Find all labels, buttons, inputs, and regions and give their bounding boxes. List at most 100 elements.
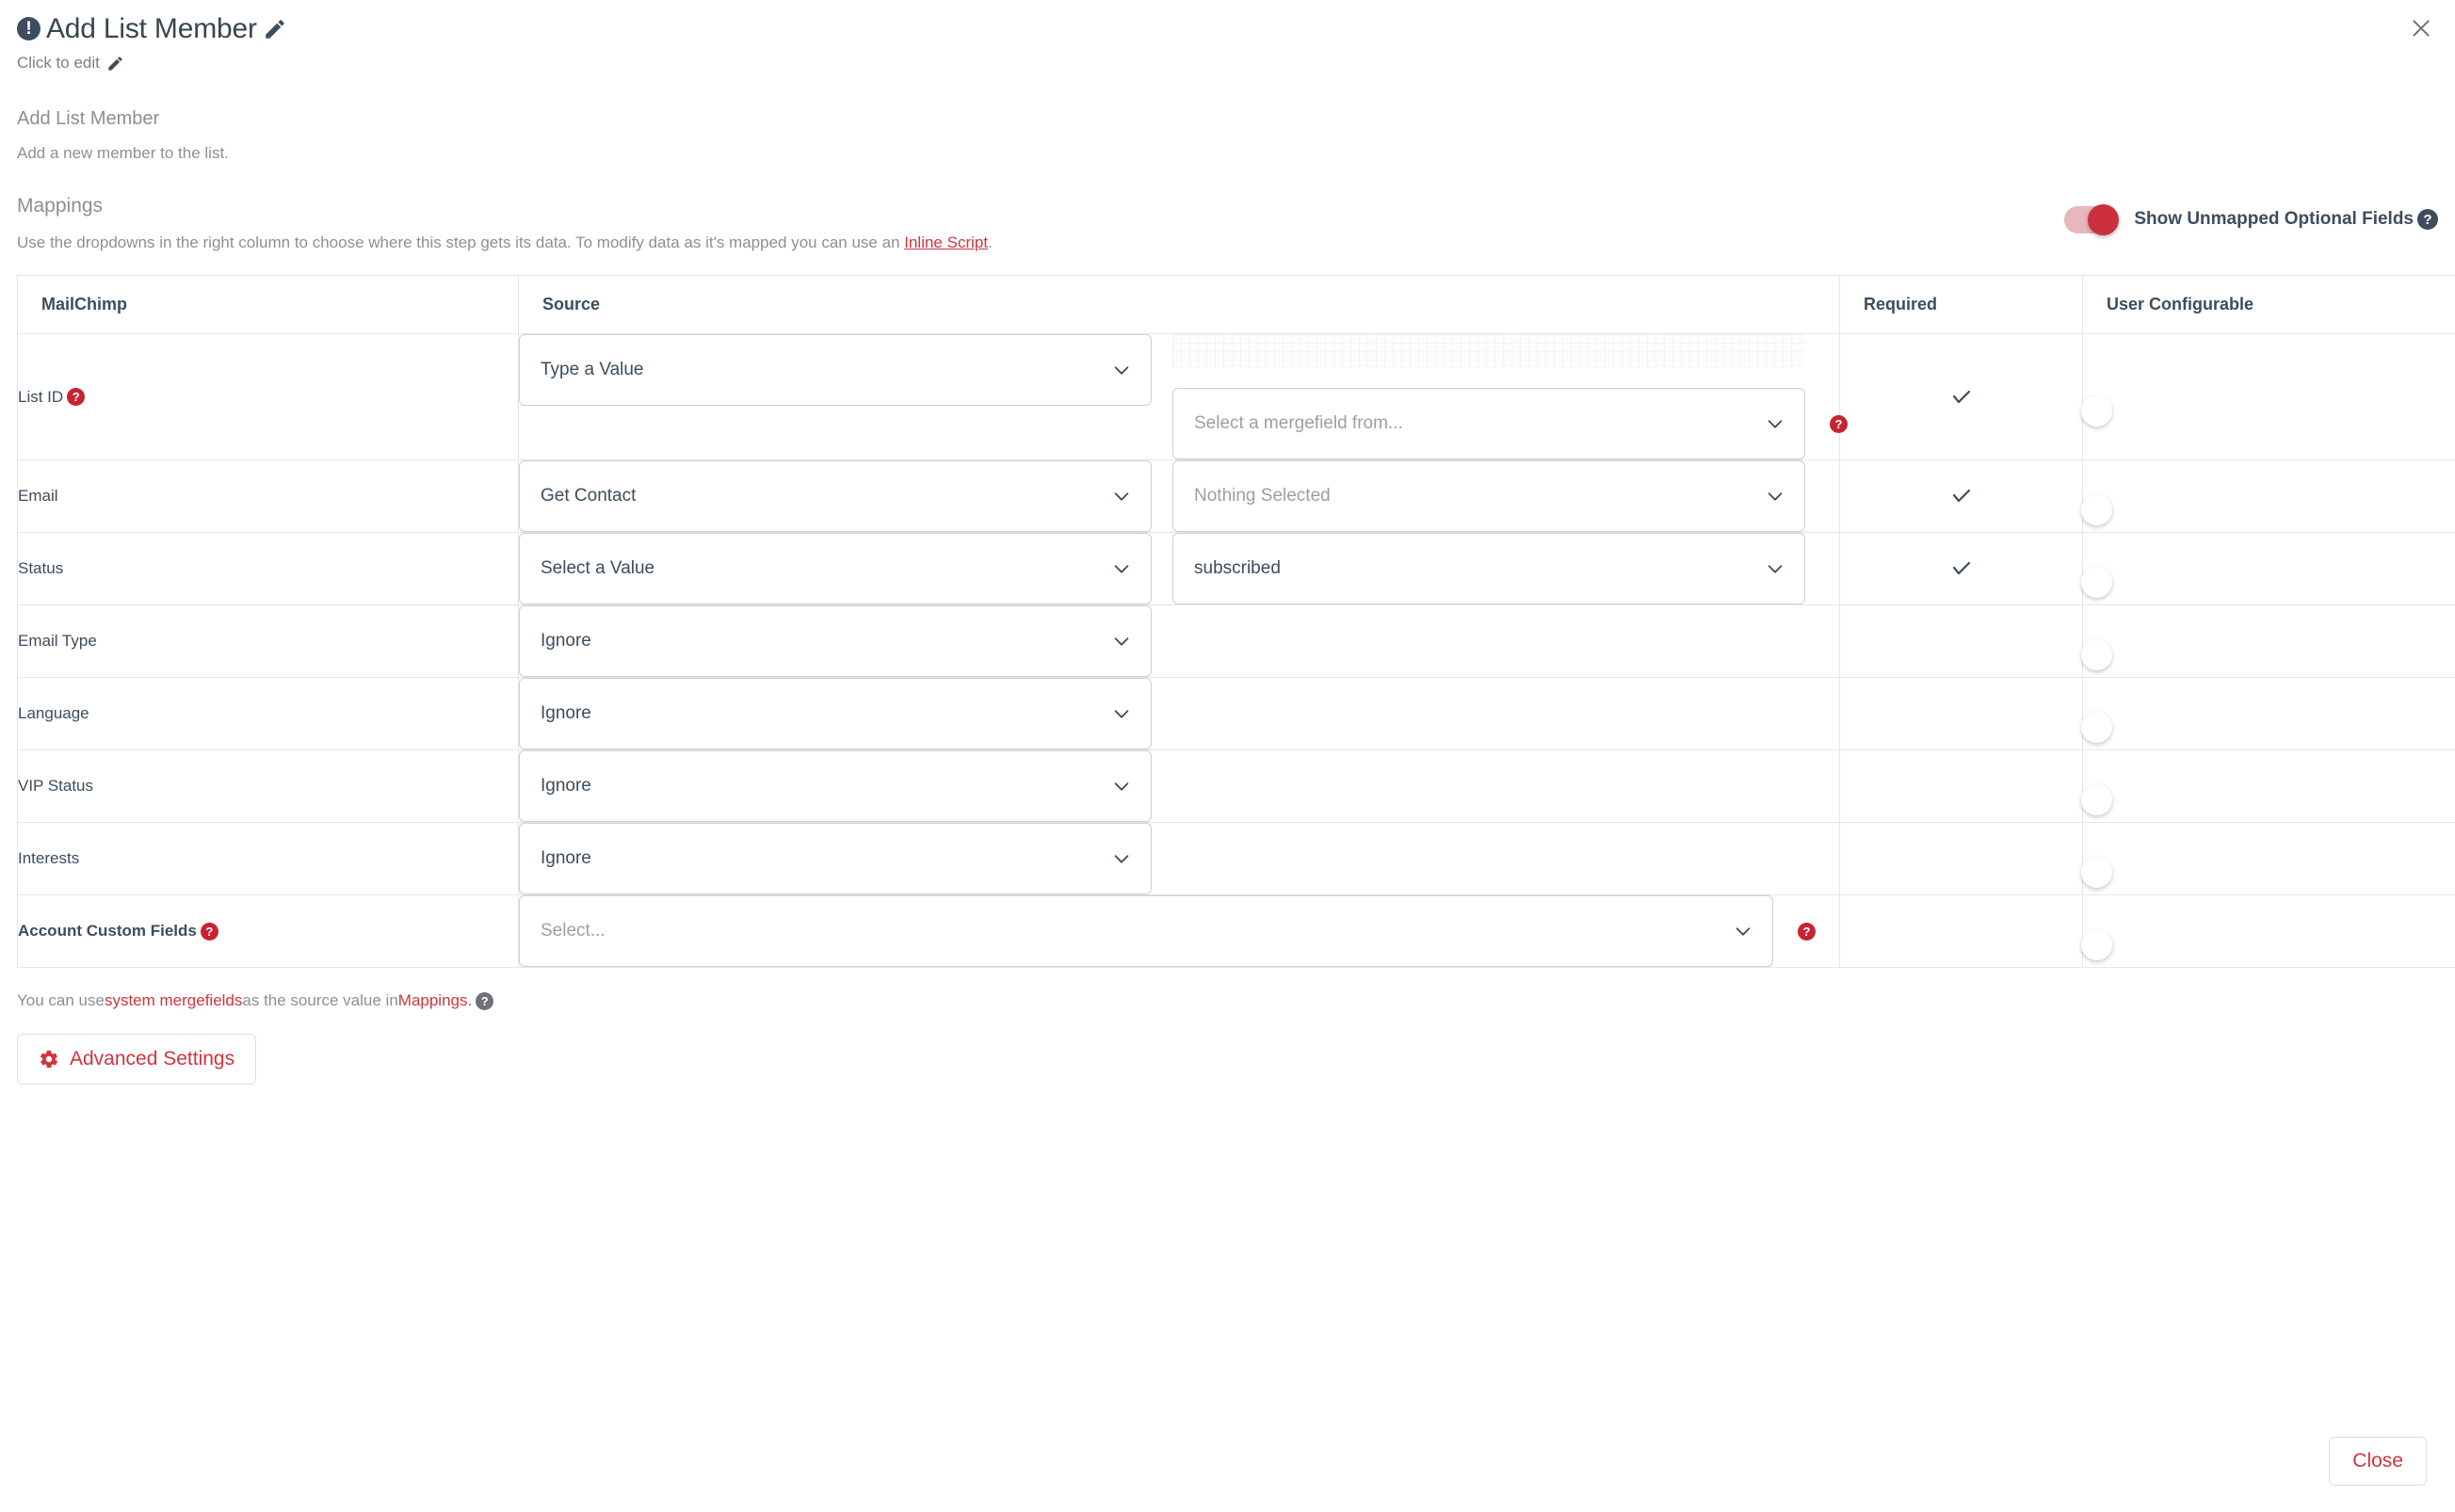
system-mergefields-link[interactable]: system mergefields — [105, 991, 242, 1010]
question-mark-icon-gray[interactable]: ? — [476, 991, 494, 1010]
mergefield-dropdown[interactable]: Select a mergefield from... — [1172, 388, 1805, 459]
question-mark-icon-red[interactable]: ? — [1798, 922, 1816, 941]
toggle-knob — [2081, 494, 2112, 525]
check-icon — [1840, 485, 2082, 507]
source-cell: Ignore — [518, 604, 1840, 678]
source-type-dropdown[interactable]: Get Contact — [519, 460, 1152, 532]
field-label: Language — [18, 704, 89, 722]
required-cell — [1839, 677, 2083, 750]
click-to-edit-row[interactable]: Click to edit — [17, 54, 2432, 72]
source-cell: Select...? — [518, 894, 1840, 968]
step-description: Add a new member to the list. — [17, 144, 229, 162]
source-type-dropdown[interactable]: Select... — [519, 895, 1773, 967]
user-configurable-cell — [2081, 677, 2455, 750]
required-cell — [1839, 749, 2083, 823]
source-type-dropdown[interactable]: Type a Value — [519, 334, 1152, 406]
mappings-description-pre: Use the dropdowns in the right column to… — [17, 233, 905, 251]
note-pre: You can use — [17, 991, 105, 1009]
close-button[interactable]: Close — [2329, 1437, 2427, 1486]
field-name-cell: Language — [17, 677, 519, 750]
user-configurable-cell — [2081, 749, 2455, 823]
source-type-value: Ignore — [541, 703, 591, 723]
add-list-member-dialog: ! Add List Member Click to edit Add List… — [0, 0, 2455, 1512]
click-to-edit-label: Click to edit — [17, 54, 100, 72]
gear-icon — [39, 1049, 59, 1070]
mappings-link[interactable]: Mappings. — [398, 991, 472, 1010]
mappings-table-body: List ID? Type a Value Select a mergefield … — [17, 333, 2455, 968]
table-row: Email Get Contact Nothing Selected — [17, 459, 2455, 533]
show-unmapped-optional-fields-toggle[interactable] — [2064, 204, 2120, 235]
required-cell — [1839, 333, 2083, 460]
check-icon — [1840, 557, 2082, 580]
close-icon[interactable] — [2404, 11, 2438, 45]
field-name-cell: Email Type — [17, 604, 519, 678]
toggle-knob — [2081, 394, 2112, 426]
source-type-value: Select... — [541, 921, 606, 941]
source-type-dropdown[interactable]: Ignore — [519, 678, 1152, 749]
user-configurable-cell — [2081, 459, 2455, 533]
source-value-dropdown[interactable]: Nothing Selected — [1172, 460, 1805, 532]
user-configurable-cell — [2081, 532, 2455, 605]
table-row: Language Ignore — [17, 677, 2455, 750]
question-mark-icon-red[interactable]: ? — [67, 388, 86, 406]
title-edit-pencil-icon[interactable] — [263, 17, 287, 41]
source-type-dropdown[interactable]: Ignore — [519, 605, 1152, 677]
source-value-dropdown[interactable]: subscribed — [1172, 533, 1805, 604]
subtitle-edit-pencil-icon[interactable] — [106, 55, 124, 72]
show-unmapped-optional-fields-text: Show Unmapped Optional Fields — [2134, 209, 2414, 230]
field-label: Interests — [18, 849, 80, 867]
disabled-value-input — [1172, 334, 1805, 368]
show-unmapped-optional-fields-label: Show Unmapped Optional Fields? — [2134, 209, 2438, 231]
field-name-cell: Email — [17, 459, 519, 533]
field-label: Email Type — [18, 632, 97, 650]
column-header-mailchimp: MailChimp — [17, 275, 519, 334]
field-label: VIP Status — [18, 777, 94, 795]
field-label: List ID — [18, 387, 64, 406]
check-icon — [1840, 386, 2082, 409]
toggle-knob — [2081, 639, 2112, 670]
toggle-knob — [2088, 204, 2120, 235]
required-cell — [1839, 894, 2083, 968]
question-mark-icon[interactable]: ? — [2417, 209, 2438, 231]
source-cell: Ignore — [518, 749, 1840, 823]
source-type-dropdown[interactable]: Select a Value — [519, 533, 1152, 604]
table-header-row: MailChimp Source Required User Configura… — [17, 275, 2455, 334]
field-name-cell: VIP Status — [17, 749, 519, 823]
required-cell — [1839, 532, 2083, 605]
table-row: Interests Ignore — [17, 822, 2455, 895]
mappings-section: Mappings Use the dropdowns in the right … — [0, 195, 2455, 252]
toggle-knob — [2081, 857, 2112, 888]
required-cell — [1839, 604, 2083, 678]
source-type-value: Ignore — [541, 776, 591, 796]
source-type-value: Ignore — [541, 631, 591, 651]
advanced-settings-button[interactable]: Advanced Settings — [17, 1034, 257, 1085]
question-mark-icon-red[interactable]: ? — [1830, 414, 1848, 433]
column-header-source: Source — [518, 275, 1840, 334]
column-header-required: Required — [1839, 275, 2083, 334]
mappings-description-post: . — [988, 233, 993, 251]
user-configurable-cell — [2081, 894, 2455, 968]
field-name-cell: Account Custom Fields? — [17, 894, 519, 968]
column-header-user-configurable: User Configurable — [2082, 275, 2455, 334]
step-name: Add List Member — [17, 108, 160, 129]
mergefield-stack: Select a mergefield from...? — [1172, 334, 1848, 459]
field-name-cell: Interests — [17, 822, 519, 895]
field-label: Status — [18, 559, 64, 577]
field-label: Email — [18, 487, 58, 505]
mappings-table: MailChimp Source Required User Configura… — [17, 275, 2455, 968]
required-cell — [1839, 822, 2083, 895]
field-name-cell: List ID? — [17, 333, 519, 460]
inline-script-link[interactable]: Inline Script — [904, 233, 988, 251]
system-mergefields-note: You can use system mergefields as the so… — [17, 991, 2455, 1010]
mergefield-value: Select a mergefield from... — [1194, 413, 1403, 433]
source-type-dropdown[interactable]: Ignore — [519, 750, 1152, 822]
question-mark-icon-red[interactable]: ? — [200, 922, 218, 941]
advanced-settings-label: Advanced Settings — [70, 1048, 235, 1070]
source-value: subscribed — [1194, 558, 1281, 578]
exclamation-circle-icon: ! — [17, 17, 40, 40]
source-cell: Type a Value Select a mergefield from...? — [518, 333, 1848, 460]
show-unmapped-optional-fields-row: Show Unmapped Optional Fields? — [2064, 204, 2438, 235]
required-cell — [1839, 459, 2083, 533]
source-type-value: Ignore — [541, 848, 591, 868]
source-type-dropdown[interactable]: Ignore — [519, 823, 1152, 894]
